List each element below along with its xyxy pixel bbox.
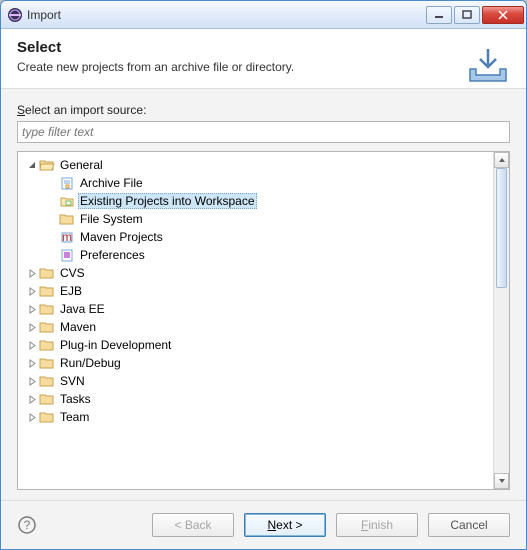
tree-node[interactable]: SVN bbox=[20, 372, 491, 390]
expand-icon[interactable] bbox=[26, 305, 38, 314]
filter-input[interactable] bbox=[17, 121, 510, 143]
eclipse-icon bbox=[7, 7, 23, 23]
tree-item[interactable]: File System bbox=[20, 210, 491, 228]
scroll-up-button[interactable] bbox=[494, 152, 509, 168]
next-button[interactable]: Next > bbox=[244, 513, 326, 537]
window-controls bbox=[426, 6, 524, 24]
window-title: Import bbox=[27, 8, 426, 22]
tree-item[interactable]: Existing Projects into Workspace bbox=[20, 192, 491, 210]
maximize-button[interactable] bbox=[454, 6, 480, 24]
tree-label: Team bbox=[58, 410, 91, 424]
folder-icon bbox=[39, 302, 55, 316]
scroll-thumb[interactable] bbox=[496, 168, 507, 288]
expand-icon[interactable] bbox=[26, 413, 38, 422]
tree-label: Preferences bbox=[78, 248, 147, 262]
expand-icon[interactable] bbox=[26, 377, 38, 386]
tree-label: Plug-in Development bbox=[58, 338, 173, 352]
tree-node[interactable]: Team bbox=[20, 408, 491, 426]
tree-item[interactable]: Preferences bbox=[20, 246, 491, 264]
tree-label: Java EE bbox=[58, 302, 107, 316]
svg-text:?: ? bbox=[24, 518, 31, 532]
archive-icon bbox=[59, 176, 75, 190]
tree-node[interactable]: Tasks bbox=[20, 390, 491, 408]
expand-icon[interactable] bbox=[26, 395, 38, 404]
tree-label: EJB bbox=[58, 284, 84, 298]
tree-label: SVN bbox=[58, 374, 87, 388]
tree-label: General bbox=[58, 158, 105, 172]
expand-icon[interactable] bbox=[26, 341, 38, 350]
finish-button: Finish bbox=[336, 513, 418, 537]
folder-icon bbox=[39, 392, 55, 406]
help-icon[interactable]: ? bbox=[17, 515, 37, 535]
banner-subtitle: Create new projects from an archive file… bbox=[17, 60, 510, 74]
tree-node-general[interactable]: General bbox=[20, 156, 491, 174]
tree-label: Existing Projects into Workspace bbox=[78, 193, 257, 209]
folder-icon bbox=[39, 320, 55, 334]
banner-heading: Select bbox=[17, 39, 510, 56]
folder-icon bbox=[39, 410, 55, 424]
tree-node[interactable]: Run/Debug bbox=[20, 354, 491, 372]
expand-icon[interactable] bbox=[26, 323, 38, 332]
tree-node[interactable]: Maven bbox=[20, 318, 491, 336]
folder-icon bbox=[39, 356, 55, 370]
filter-label: Select an import source: bbox=[17, 103, 510, 117]
svg-text:m: m bbox=[62, 230, 72, 244]
folder-icon bbox=[39, 374, 55, 388]
import-wizard-window: Import Select Create new projects from a… bbox=[0, 0, 527, 550]
folder-icon bbox=[39, 266, 55, 280]
tree-item[interactable]: m Maven Projects bbox=[20, 228, 491, 246]
tree-label: Maven bbox=[58, 320, 98, 334]
tree-label: File System bbox=[78, 212, 145, 226]
tree-label: CVS bbox=[58, 266, 87, 280]
cancel-button[interactable]: Cancel bbox=[428, 513, 510, 537]
prefs-icon bbox=[59, 248, 75, 262]
collapse-icon[interactable] bbox=[26, 161, 38, 170]
tree-label: Run/Debug bbox=[58, 356, 123, 370]
tree-label: Maven Projects bbox=[78, 230, 165, 244]
tree-node[interactable]: Plug-in Development bbox=[20, 336, 491, 354]
import-source-tree[interactable]: General Archive File Existing Projects in… bbox=[18, 152, 493, 489]
tree-label: Tasks bbox=[58, 392, 93, 406]
scroll-down-button[interactable] bbox=[494, 473, 509, 489]
import-icon bbox=[466, 45, 510, 88]
folder-open-icon bbox=[39, 158, 55, 172]
minimize-button[interactable] bbox=[426, 6, 452, 24]
button-bar: ? < Back Next > Finish Cancel bbox=[1, 500, 526, 549]
maven-icon: m bbox=[59, 230, 75, 244]
tree-item[interactable]: Archive File bbox=[20, 174, 491, 192]
wizard-banner: Select Create new projects from an archi… bbox=[1, 29, 526, 89]
folder-icon bbox=[39, 284, 55, 298]
folder-icon bbox=[39, 338, 55, 352]
expand-icon[interactable] bbox=[26, 359, 38, 368]
tree-container: General Archive File Existing Projects in… bbox=[17, 151, 510, 490]
expand-icon[interactable] bbox=[26, 287, 38, 296]
scroll-track[interactable] bbox=[494, 168, 509, 473]
vertical-scrollbar[interactable] bbox=[493, 152, 509, 489]
expand-icon[interactable] bbox=[26, 269, 38, 278]
tree-node[interactable]: Java EE bbox=[20, 300, 491, 318]
back-button: < Back bbox=[152, 513, 234, 537]
folder-icon bbox=[59, 212, 75, 226]
tree-node[interactable]: CVS bbox=[20, 264, 491, 282]
project-icon bbox=[59, 194, 75, 208]
tree-node[interactable]: EJB bbox=[20, 282, 491, 300]
close-button[interactable] bbox=[482, 6, 524, 24]
tree-label: Archive File bbox=[78, 176, 145, 190]
titlebar[interactable]: Import bbox=[1, 1, 526, 29]
wizard-content: Select an import source: General Archive… bbox=[1, 89, 526, 500]
